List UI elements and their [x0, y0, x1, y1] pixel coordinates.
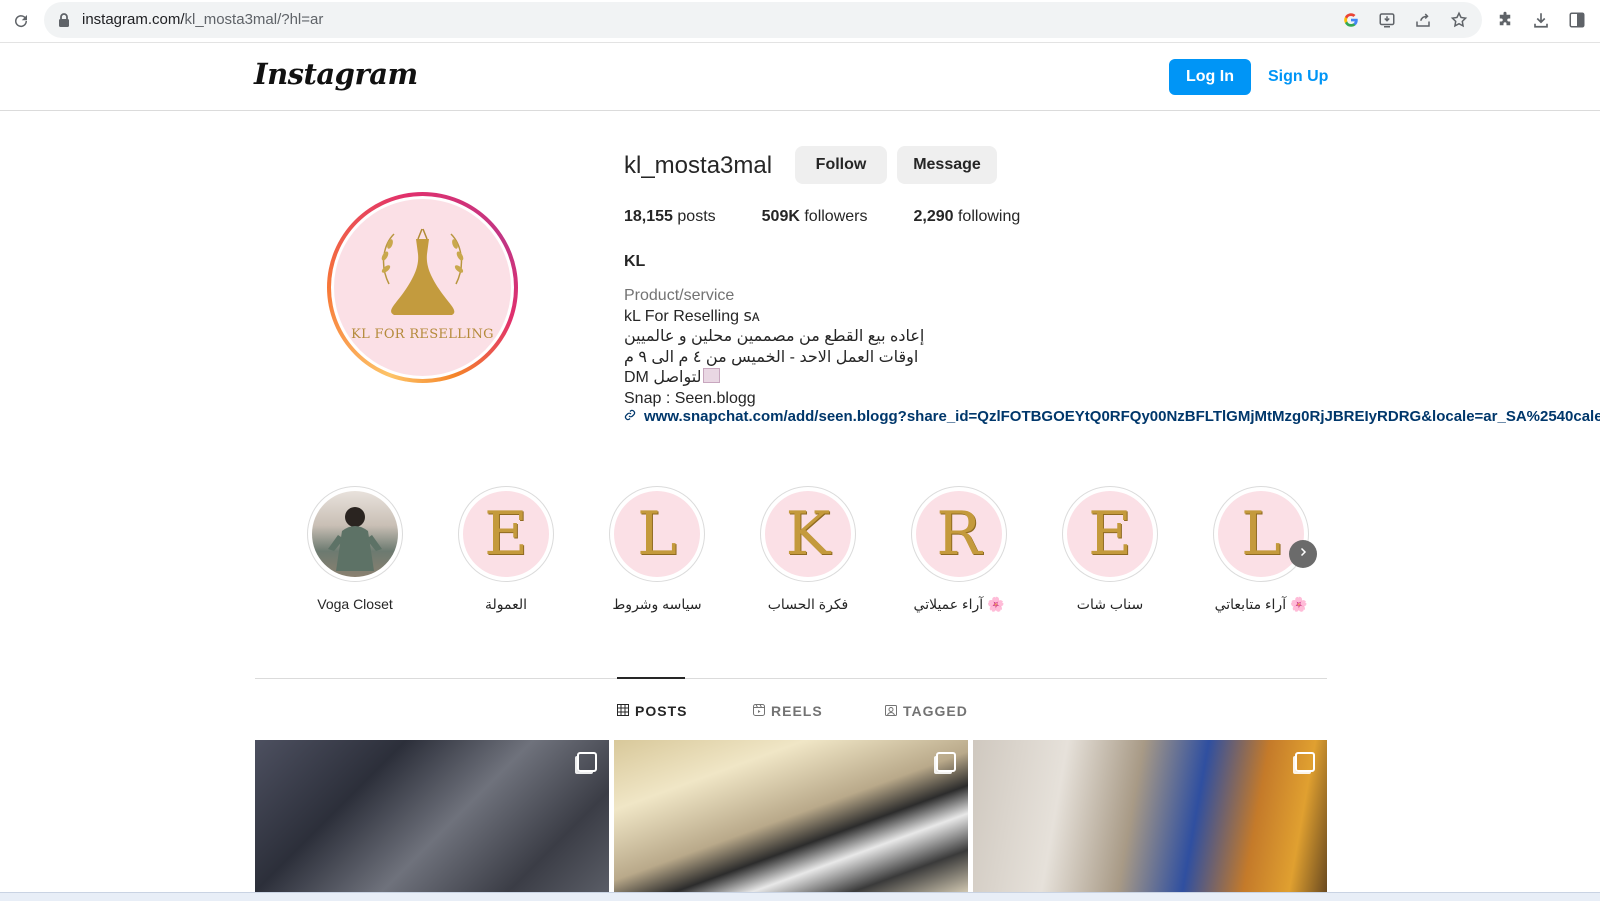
highlight-label: Voga Closet — [317, 596, 393, 612]
instagram-logo[interactable]: Instagram — [254, 57, 418, 91]
highlight-photo-icon — [328, 507, 382, 571]
story-highlight[interactable]: E العمولة — [446, 486, 566, 613]
instagram-header: Instagram Log In Sign Up — [0, 43, 1600, 111]
bookmark-star-icon[interactable] — [1448, 9, 1470, 31]
address-bar[interactable]: instagram.com/kl_mosta3mal/?hl=ar — [44, 2, 1482, 38]
highlight-cover: K — [760, 486, 856, 582]
profile-stats: 18,155 posts 509K followers 2,290 follow… — [624, 208, 1020, 226]
post-thumbnail[interactable] — [255, 740, 609, 892]
highlight-letter: R — [936, 499, 982, 569]
bio-line-dm: لتواصل DM — [624, 368, 924, 389]
highlight-label: آراء عميلاتي 🌸 — [913, 596, 1005, 612]
story-highlight[interactable]: Voga Closet — [295, 486, 415, 612]
bio-link[interactable]: www.snapchat.com/add/seen.blogg?share_id… — [624, 408, 1600, 425]
link-icon — [624, 408, 636, 425]
highlight-cover: R — [911, 486, 1007, 582]
profile-full-name: KL — [624, 253, 646, 270]
extensions-icon[interactable] — [1494, 9, 1516, 31]
signup-link[interactable]: Sign Up — [1268, 68, 1328, 86]
post-thumbnail[interactable] — [614, 740, 968, 892]
tab-tagged[interactable]: TAGGED — [885, 703, 968, 719]
avatar-brand-text: KL FOR RESELLING — [351, 327, 494, 342]
inbox-emoji-icon — [703, 368, 721, 383]
highlight-cover: L — [1213, 486, 1309, 582]
bio-line: Snap : Seen.blogg — [624, 389, 756, 407]
download-icon[interactable] — [1530, 9, 1552, 31]
follow-button[interactable]: Follow — [795, 146, 887, 184]
tagged-icon — [885, 703, 897, 719]
google-icon[interactable] — [1340, 9, 1362, 31]
carousel-icon — [577, 752, 597, 772]
profile-username: kl_mosta3mal — [624, 152, 773, 179]
login-button[interactable]: Log In — [1169, 59, 1251, 95]
active-tab-indicator — [617, 677, 685, 679]
lock-icon[interactable] — [58, 13, 70, 32]
profile-category: Product/service — [624, 287, 735, 304]
story-highlight[interactable]: L سياسه وشروط — [597, 486, 717, 613]
followers-stat[interactable]: 509K followers — [762, 208, 868, 226]
highlight-cover: L — [609, 486, 705, 582]
highlight-letter: E — [1088, 499, 1132, 569]
highlight-cover — [307, 486, 403, 582]
story-highlight[interactable]: K فكرة الحساب — [748, 486, 868, 613]
highlight-label: سناب شات — [1076, 596, 1144, 612]
avatar-image: KL FOR RESELLING — [334, 199, 511, 376]
tabs-divider — [255, 678, 1327, 679]
dress-logo-icon — [381, 228, 464, 315]
highlight-label: العمولة — [484, 596, 527, 612]
reels-icon — [753, 703, 765, 719]
tab-reels[interactable]: REELS — [753, 703, 823, 719]
highlight-cover: E — [1062, 486, 1158, 582]
sidepanel-icon[interactable] — [1566, 9, 1588, 31]
highlight-label: سياسه وشروط — [612, 596, 702, 612]
chevron-right-icon — [1297, 545, 1309, 563]
share-icon[interactable] — [1412, 9, 1434, 31]
following-stat[interactable]: 2,290 following — [913, 208, 1020, 226]
carousel-icon — [936, 752, 956, 772]
profile-bio: Product/service kL For Reselling ꜱᴀ إعاد… — [624, 286, 924, 409]
bio-line: اوقات العمل الاحد - الخميس من ٤ م الى ٩ … — [624, 348, 919, 366]
tab-posts[interactable]: POSTS — [617, 703, 687, 719]
highlight-label: فكرة الحساب — [767, 596, 849, 612]
highlights-next-button[interactable] — [1289, 540, 1317, 568]
browser-toolbar: instagram.com/kl_mosta3mal/?hl=ar — [0, 0, 1600, 43]
highlight-letter: L — [637, 499, 677, 569]
url-text: instagram.com/kl_mosta3mal/?hl=ar — [82, 11, 324, 28]
posts-stat: 18,155 posts — [624, 208, 716, 225]
highlight-letter: E — [484, 499, 528, 569]
post-thumbnail[interactable] — [973, 740, 1327, 892]
message-button[interactable]: Message — [897, 146, 997, 184]
bio-line: kL For Reselling ꜱᴀ — [624, 307, 760, 325]
highlight-letter: K — [785, 499, 831, 569]
install-icon[interactable] — [1376, 9, 1398, 31]
story-highlight[interactable]: R آراء عميلاتي 🌸 — [899, 486, 1019, 613]
carousel-icon — [1295, 752, 1315, 772]
reload-icon[interactable] — [8, 8, 34, 34]
profile-avatar[interactable]: KL FOR RESELLING — [327, 192, 518, 383]
highlight-label: آراء متابعاتي 🌸 — [1214, 596, 1308, 612]
highlight-letter: L — [1241, 499, 1281, 569]
bio-line: إعاده بيع القطع من مصممين محلين و عالميي… — [624, 328, 925, 345]
story-highlight[interactable]: E سناب شات — [1050, 486, 1170, 613]
highlight-cover: E — [458, 486, 554, 582]
grid-icon — [617, 703, 629, 719]
